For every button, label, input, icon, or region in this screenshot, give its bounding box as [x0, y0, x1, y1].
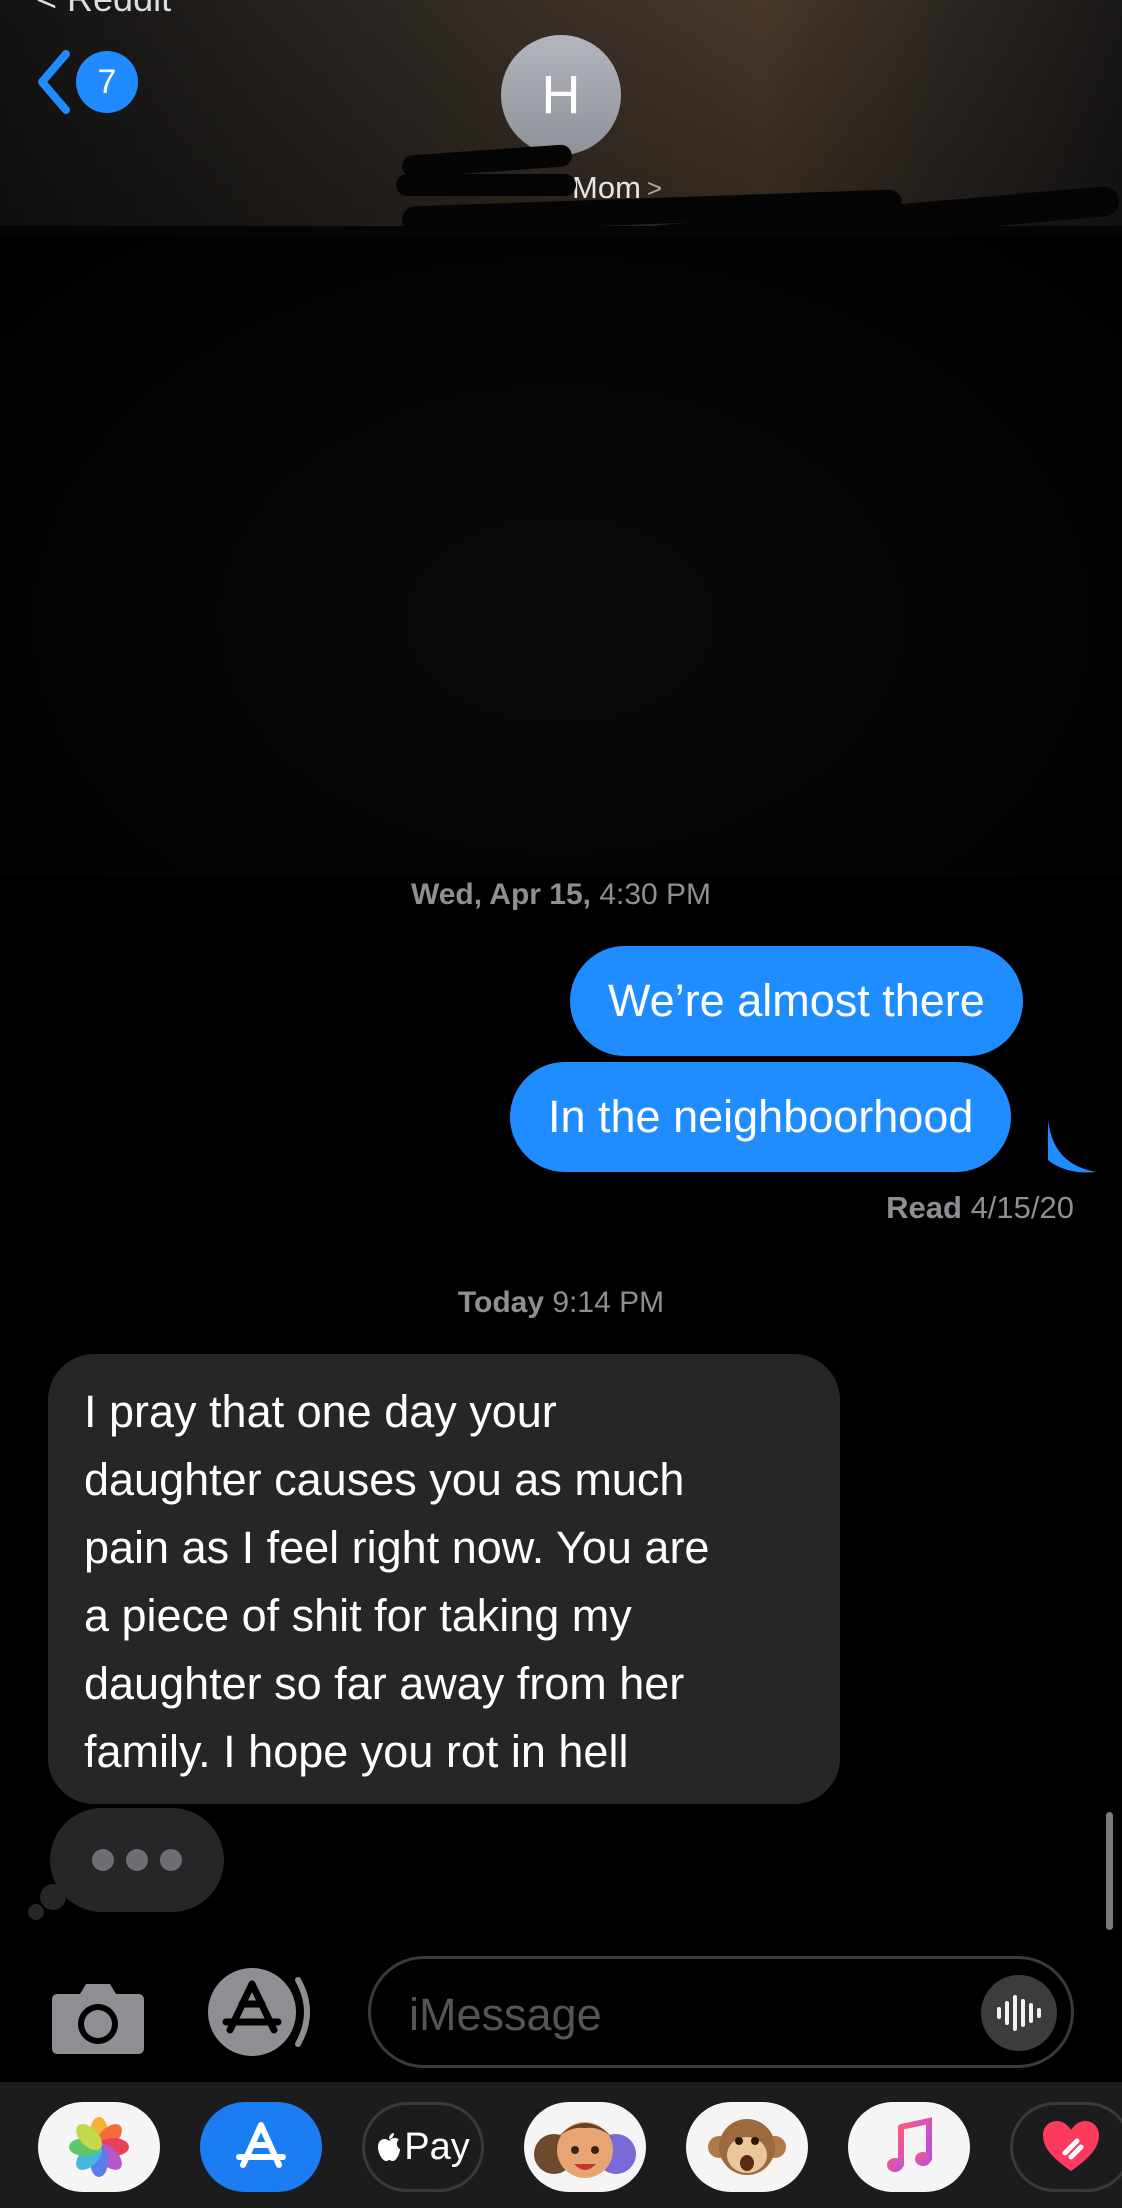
animoji-app-icon[interactable]	[686, 2102, 808, 2192]
bubble-tail	[1048, 1120, 1096, 1173]
photos-app-icon[interactable]	[38, 2102, 160, 2192]
message-line: a piece of shit for taking my	[84, 1590, 632, 1641]
apple-pay-app-icon[interactable]: Pay	[362, 2102, 484, 2192]
message-line: pain as I feel right now. You are	[84, 1522, 710, 1573]
apple-pay-label: Pay	[404, 2125, 470, 2168]
apple-logo-icon	[378, 2133, 401, 2161]
typing-dot	[92, 1849, 114, 1871]
scrollbar[interactable]	[1106, 1812, 1113, 1930]
redacted-message-area	[0, 236, 1122, 876]
audio-waveform-icon	[997, 1995, 1041, 2031]
timestamp-day: Today	[457, 1286, 545, 1319]
back-button[interactable]: 7	[34, 50, 138, 114]
outgoing-message-bubble[interactable]: We’re almost there	[570, 946, 1023, 1056]
app-store-app-icon[interactable]	[200, 2102, 322, 2192]
chevron-left-icon	[38, 50, 70, 114]
outgoing-message-bubble[interactable]: In the neighboorhood	[510, 1062, 1012, 1172]
unread-count-badge: 7	[76, 51, 138, 113]
app-store-icon[interactable]	[206, 1966, 318, 2058]
typing-indicator	[50, 1808, 224, 1912]
imessage-app-drawer: Pay	[0, 2082, 1122, 2208]
memoji-app-icon[interactable]	[524, 2102, 646, 2192]
music-note-icon	[887, 2117, 932, 2172]
timestamp-day: Wed, Apr 15,	[410, 878, 591, 911]
typing-bubble-tail	[28, 1904, 44, 1920]
message-line: I pray that one day your	[84, 1386, 557, 1437]
read-label: Read	[886, 1190, 962, 1225]
message-input-placeholder: iMessage	[409, 1989, 602, 2040]
incoming-message-bubble[interactable]: I pray that one day your daughter causes…	[48, 1354, 840, 1804]
timestamp-divider: Today 9:14 PM	[0, 1286, 1122, 1320]
message-line: family. I hope you rot in hell	[84, 1726, 629, 1777]
message-line: daughter so far away from her	[84, 1658, 685, 1709]
timestamp-time: 4:30 PM	[599, 878, 712, 911]
message-input[interactable]: iMessage	[368, 1956, 1074, 2068]
camera-icon[interactable]	[50, 1972, 146, 2056]
memoji-faces-icon	[534, 2122, 636, 2178]
back-to-app-label[interactable]: < Reddit	[36, 0, 171, 20]
typing-dot	[126, 1849, 148, 1871]
message-text: We’re almost there	[608, 975, 985, 1026]
audio-message-button[interactable]	[981, 1975, 1057, 2051]
conversation-header: < Reddit 7 H Mom >	[0, 0, 1122, 242]
monkey-face-icon	[708, 2119, 786, 2175]
heart-icon	[1043, 2121, 1099, 2171]
typing-bubble-tail	[40, 1884, 66, 1910]
music-app-icon[interactable]	[848, 2102, 970, 2192]
photos-flower-icon	[69, 2117, 129, 2177]
redaction-scribble	[396, 174, 576, 196]
digital-touch-app-icon[interactable]	[1010, 2102, 1122, 2192]
timestamp-divider: Wed, Apr 15, 4:30 PM	[0, 878, 1122, 912]
message-line: daughter causes you as much	[84, 1454, 685, 1505]
contact-avatar[interactable]: H	[501, 35, 621, 155]
typing-dot	[160, 1849, 182, 1871]
read-receipt: Read 4/15/20	[886, 1190, 1074, 1226]
app-store-glyph-icon	[236, 2122, 286, 2168]
message-text: In the neighboorhood	[548, 1091, 974, 1142]
timestamp-time: 9:14 PM	[552, 1286, 665, 1319]
read-date: 4/15/20	[970, 1190, 1074, 1225]
